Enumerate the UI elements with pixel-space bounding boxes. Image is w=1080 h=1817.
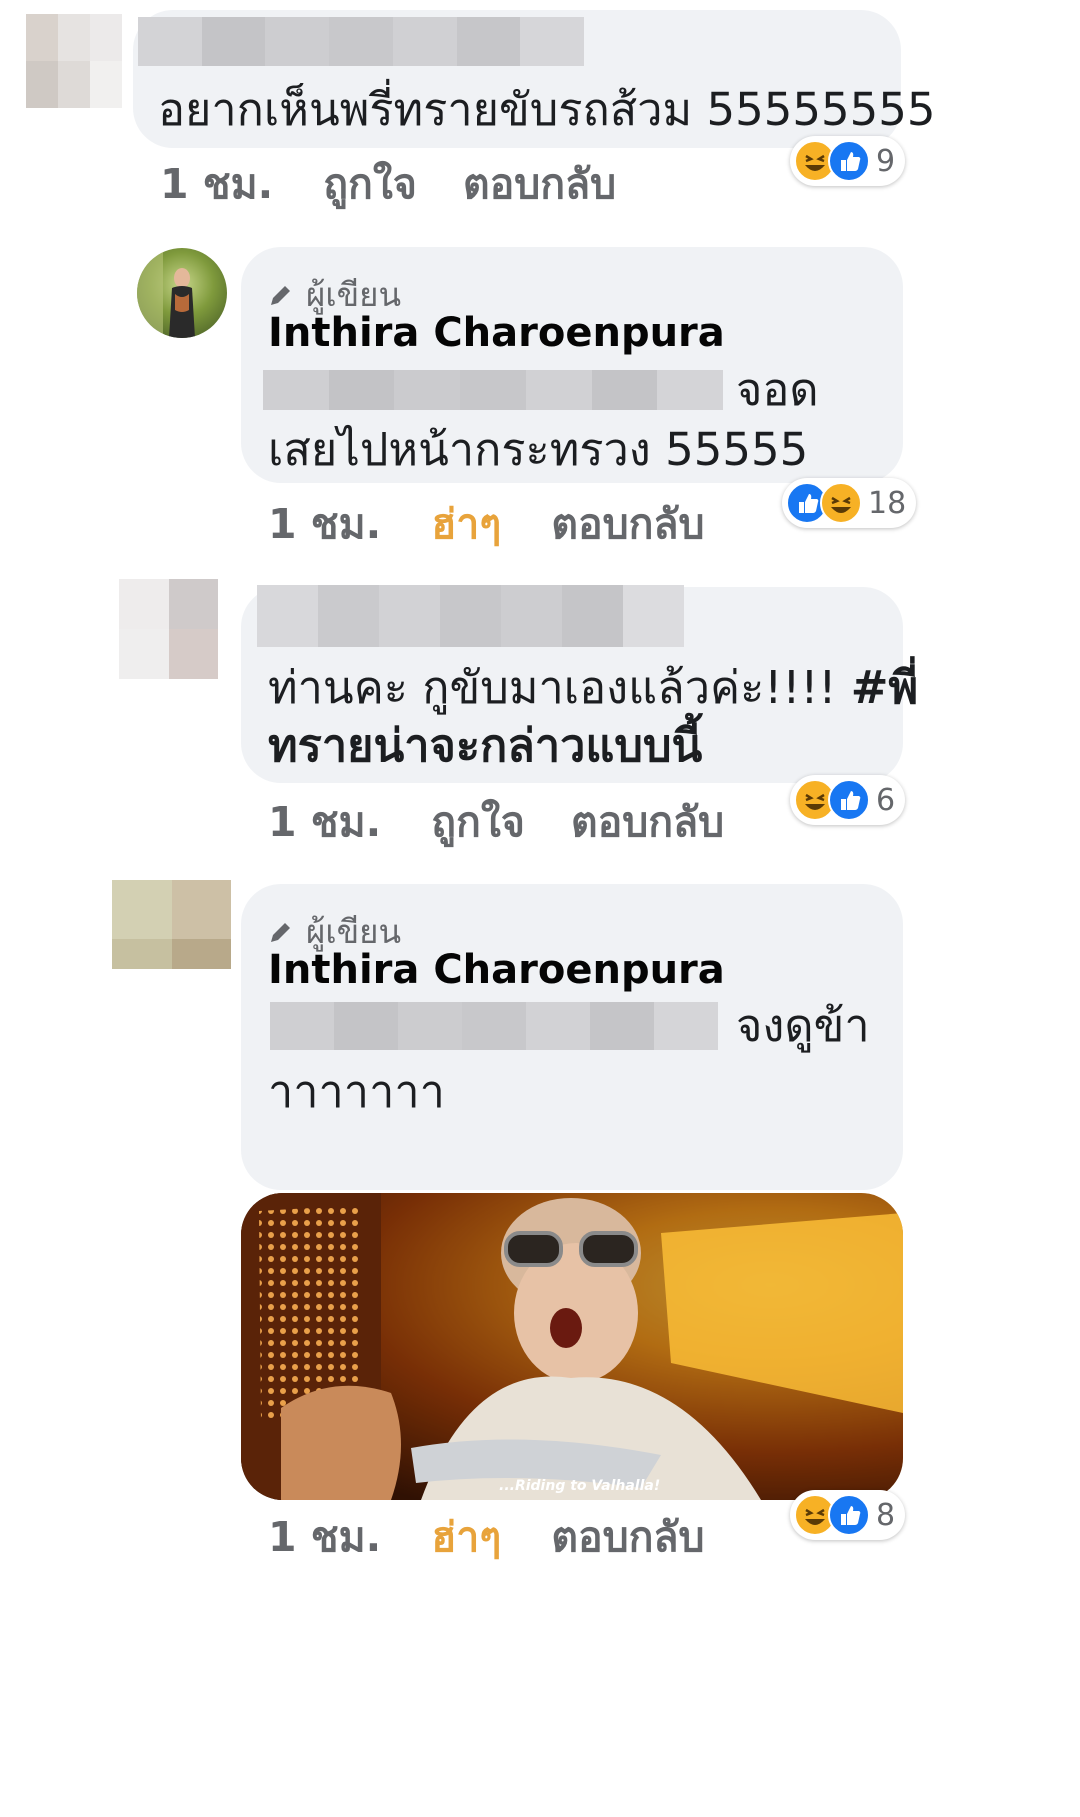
gif-illustration: ...Riding to Valhalla! [241, 1193, 903, 1500]
redacted-text [263, 370, 723, 410]
comment-text: าาาาาาา [268, 1065, 445, 1118]
haha-action[interactable]: ฮ่าๆ [431, 492, 501, 557]
redacted-avatar [112, 880, 231, 969]
comment-meta: 1 ชม. ถูกใจ ตอบกลับ [268, 790, 724, 855]
redacted-name [138, 17, 584, 66]
reaction-count: 18 [868, 485, 907, 521]
reply-action[interactable]: ตอบกลับ [551, 492, 704, 557]
hashtag[interactable]: #พี่ [851, 661, 918, 714]
comment-text-tail: จงดูข้า [736, 999, 870, 1052]
reaction-count: 9 [876, 143, 896, 179]
reactions-pill[interactable]: 8 [790, 1490, 906, 1540]
like-action[interactable]: ถูกใจ [323, 152, 417, 217]
redacted-avatar [119, 579, 218, 679]
gif-caption: ...Riding to Valhalla! [499, 1478, 660, 1494]
comment-text-tail: จอด [736, 363, 819, 416]
comment-text: เสยไปหน้ากระทรวง 55555 [268, 423, 809, 476]
redacted-avatar [26, 14, 122, 108]
person-silhouette-icon [137, 248, 195, 338]
redacted-text [270, 1002, 718, 1050]
pencil-icon [271, 285, 290, 305]
haha-reaction-icon [820, 482, 862, 524]
like-reaction-icon [828, 140, 870, 182]
like-action[interactable]: ถูกใจ [431, 790, 525, 855]
comment-time[interactable]: 1 ชม. [268, 790, 381, 855]
reply-action[interactable]: ตอบกลับ [571, 790, 724, 855]
like-reaction-icon [828, 1494, 870, 1536]
reply-action[interactable]: ตอบกลับ [463, 152, 616, 217]
reactions-pill[interactable]: 9 [790, 136, 906, 186]
hashtag[interactable]: ทรายน่าจะกล่าวแบบนี้ [268, 714, 702, 778]
avatar[interactable] [137, 248, 227, 338]
reaction-count: 8 [876, 1497, 896, 1533]
gif-image[interactable]: ...Riding to Valhalla! [241, 1193, 903, 1500]
like-reaction-icon [828, 779, 870, 821]
redacted-name [257, 585, 684, 647]
haha-action[interactable]: ฮ่าๆ [431, 1505, 501, 1570]
comment-meta: 1 ชม. ฮ่าๆ ตอบกลับ [268, 1505, 705, 1570]
reply-action[interactable]: ตอบกลับ [551, 1505, 704, 1570]
comment-meta: 1 ชม. ฮ่าๆ ตอบกลับ [268, 492, 705, 557]
pencil-icon [271, 922, 290, 942]
reactions-pill[interactable]: 6 [790, 775, 906, 825]
reactions-pill[interactable]: 18 [782, 478, 917, 528]
author-name[interactable]: Inthira Charoenpura [268, 310, 725, 356]
reaction-count: 6 [876, 782, 896, 818]
comment-time[interactable]: 1 ชม. [160, 152, 273, 217]
comment-time[interactable]: 1 ชม. [268, 492, 381, 557]
comment-text: ท่านคะ กูขับมาเองแล้วค่ะ!!!! #พี่ [268, 661, 919, 714]
comment-meta: 1 ชม. ถูกใจ ตอบกลับ [160, 152, 616, 217]
author-name[interactable]: Inthira Charoenpura [268, 947, 725, 993]
comment-text: อยากเห็นพรี่ทรายขับรถส้วม 55555555 [158, 83, 936, 136]
comment-time[interactable]: 1 ชม. [268, 1505, 381, 1570]
